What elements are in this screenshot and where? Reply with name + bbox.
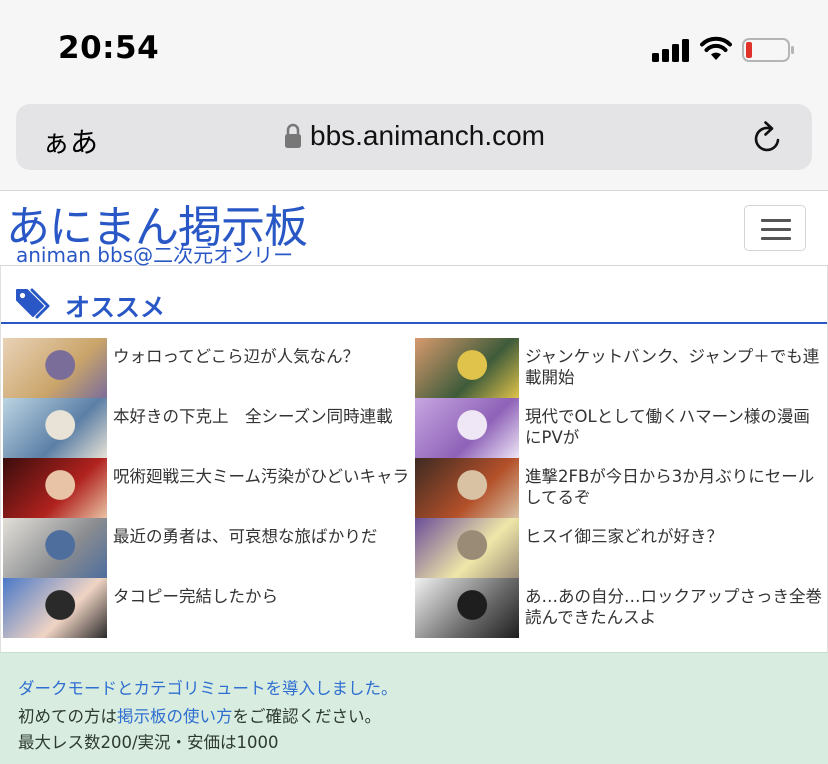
site-header: あにまん掲示板 animan bbs@二次元オンリー [0, 190, 828, 267]
thumbnail-image[interactable] [3, 398, 107, 458]
notice-limit-line: 最大レス数200/実況・安価は1000 [18, 733, 279, 752]
recommend-item-title[interactable]: 最近の勇者は、可哀想な旅ばかりだ [113, 526, 413, 547]
thumbnail-image[interactable] [415, 578, 519, 638]
recommend-item[interactable]: 本好きの下克上 全シーズン同時連載 [3, 398, 415, 458]
recommend-item[interactable]: タコピー完結したから [3, 578, 415, 638]
recommend-item[interactable]: ヒスイ御三家どれが好き？ [415, 518, 827, 578]
recommend-item[interactable]: 呪術廻戦三大ミーム汚染がひどいキャラ [3, 458, 415, 518]
url-display[interactable]: bbs.animanch.com [284, 120, 545, 152]
tags-icon [16, 288, 50, 319]
thumbnail-image[interactable] [415, 398, 519, 458]
recommend-item-title[interactable]: タコピー完結したから [113, 586, 413, 607]
recommend-item[interactable]: 現代でOLとして働くハマーン様の漫画にPVが [415, 398, 827, 458]
notice-feature-link[interactable]: ダークモードとカテゴリミュートを導入しました。 [18, 675, 398, 699]
recommend-item[interactable]: あ…あの自分…ロックアップさっき全巻読んできたんスよ [415, 578, 827, 638]
url-text: bbs.animanch.com [310, 120, 546, 151]
hamburger-menu-button[interactable] [744, 205, 806, 251]
recommend-item[interactable]: 進撃2FBが今日から3か月ぶりにセールしてるぞ [415, 458, 827, 518]
usage-guide-link[interactable]: 掲示板の使い方 [117, 707, 233, 726]
notice-box: ダークモードとカテゴリミュートを導入しました。 初めての方は掲示板の使い方をご確… [0, 652, 828, 764]
recommend-item-title[interactable]: 呪術廻戦三大ミーム汚染がひどいキャラ [113, 466, 413, 487]
thumbnail-image[interactable] [3, 578, 107, 638]
recommend-item-title[interactable]: 現代でOLとして働くハマーン様の漫画にPVが [525, 406, 825, 448]
recommend-item-title[interactable]: あ…あの自分…ロックアップさっき全巻読んできたんスよ [525, 586, 825, 628]
reload-icon[interactable] [750, 118, 786, 156]
recommend-header: オススメ [1, 266, 827, 324]
address-bar[interactable]: ぁあ bbs.animanch.com [16, 104, 812, 170]
notice-guide-line: 初めての方は掲示板の使い方をご確認ください。 [18, 707, 381, 726]
battery-low-icon [742, 38, 794, 62]
recommend-item[interactable]: ウォロってどこら辺が人気なん？ [3, 338, 415, 398]
recommend-item[interactable]: ジャンケットバンク、ジャンプ＋でも連載開始 [415, 338, 827, 398]
status-time: 20:54 [58, 30, 160, 66]
status-bar: 20:54 [0, 0, 828, 98]
browser-toolbar: ぁあ bbs.animanch.com [0, 98, 828, 190]
recommend-item[interactable]: 最近の勇者は、可哀想な旅ばかりだ [3, 518, 415, 578]
recommend-item-title[interactable]: ヒスイ御三家どれが好き？ [525, 526, 825, 547]
wifi-icon [700, 36, 732, 60]
recommend-item-title[interactable]: ジャンケットバンク、ジャンプ＋でも連載開始 [525, 346, 825, 388]
thumbnail-image[interactable] [3, 338, 107, 398]
thumbnail-image[interactable] [415, 518, 519, 578]
recommend-item-title[interactable]: ウォロってどこら辺が人気なん？ [113, 346, 413, 367]
thumbnail-image[interactable] [415, 338, 519, 398]
lock-icon [285, 123, 301, 148]
site-logo-subtitle: animan bbs@二次元オンリー [16, 243, 294, 267]
hamburger-icon [761, 219, 791, 222]
reader-settings-button[interactable]: ぁあ [42, 121, 98, 161]
thumbnail-image[interactable] [415, 458, 519, 518]
recommend-section: オススメ ウォロってどこら辺が人気なん？ ジャンケットバンク、ジャンプ＋でも連載開… [0, 266, 828, 652]
recommend-item-title[interactable]: 本好きの下克上 全シーズン同時連載 [113, 406, 413, 427]
thumbnail-image[interactable] [3, 518, 107, 578]
thumbnail-image[interactable] [3, 458, 107, 518]
recommend-item-title[interactable]: 進撃2FBが今日から3か月ぶりにセールしてるぞ [525, 466, 825, 508]
cellular-signal-icon [652, 38, 690, 62]
recommend-title: オススメ [65, 293, 166, 322]
